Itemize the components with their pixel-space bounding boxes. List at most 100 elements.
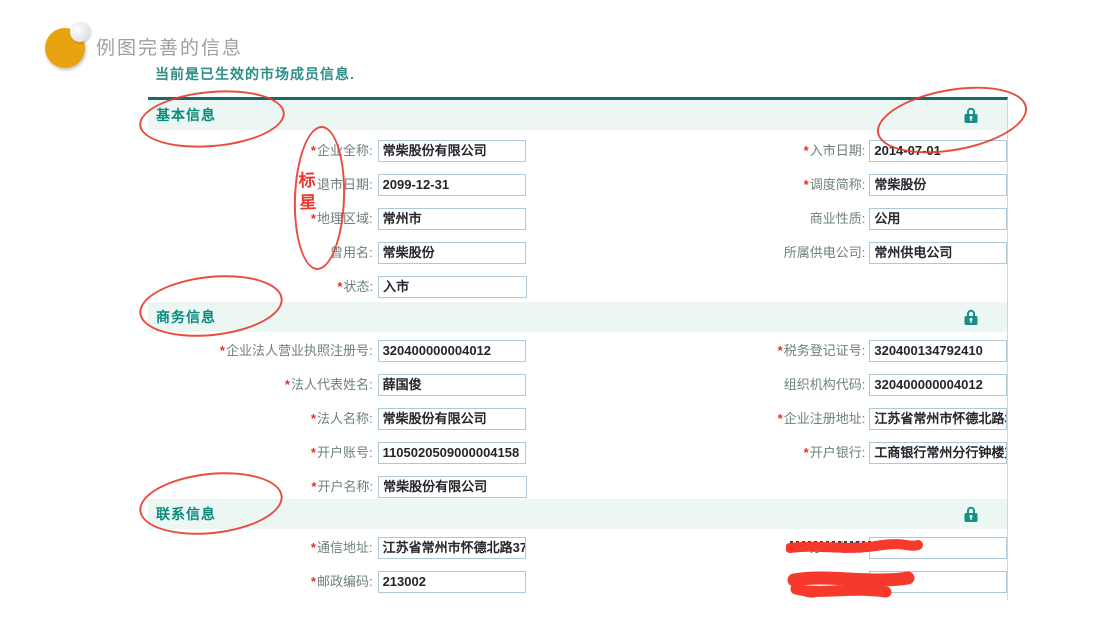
field-label-text: 调度简称:: [810, 177, 866, 192]
field-label: *法人代表姓名:: [148, 374, 373, 396]
field-value: 1105020509000004158: [379, 443, 520, 463]
field-value: 2099-12-31: [379, 175, 450, 195]
required-asterisk: *: [311, 574, 316, 589]
required-asterisk: *: [778, 343, 783, 358]
field-label-text: 商业性质:: [810, 211, 866, 226]
field-label: *调度简称:: [526, 174, 865, 196]
form-row: *地理区域:常州市商业性质:公用: [148, 208, 1007, 230]
field-value: 江苏省常州市怀德北路37号: [870, 409, 1007, 429]
text-input[interactable]: 江苏省常州市怀德北路37号: [378, 537, 527, 559]
required-asterisk: *: [311, 445, 316, 460]
redaction-scribble-phone: [786, 538, 926, 556]
field-value: 常柴股份有限公司: [379, 409, 487, 429]
form-row: *企业法人营业执照注册号:320400000004012*税务登记证号:3204…: [148, 340, 1007, 362]
text-input[interactable]: 常柴股份有限公司: [378, 140, 527, 162]
form-row: 退市日期:2099-12-31*调度简称:常柴股份: [148, 174, 1007, 196]
field-label: *入市日期:: [526, 140, 865, 162]
text-input[interactable]: 常柴股份: [378, 242, 527, 264]
required-asterisk: *: [220, 343, 225, 358]
field-label-text: 组织机构代码:: [784, 377, 866, 392]
field-label: *法人名称:: [148, 408, 373, 430]
text-input[interactable]: 常柴股份: [869, 174, 1007, 196]
form-row: *企业全称:常柴股份有限公司*入市日期:2014-07-01: [148, 140, 1007, 162]
text-input[interactable]: 工商银行常州分行钟楼支行: [869, 442, 1007, 464]
form-row: 曾用名: 常柴股份 所属供电公司:常州供电公司: [148, 242, 1007, 264]
page-subtitle: 当前是已生效的市场成员信息.: [155, 64, 355, 84]
field-label-text: 邮政编码:: [317, 574, 373, 589]
required-asterisk: *: [804, 143, 809, 158]
text-input[interactable]: 常柴股份有限公司: [378, 408, 527, 430]
field-label: 组织机构代码:: [526, 374, 865, 396]
field-value: 常柴股份有限公司: [379, 477, 487, 497]
text-input[interactable]: 薛国俊: [378, 374, 527, 396]
field-value: 常柴股份: [379, 243, 435, 263]
required-asterisk: *: [311, 411, 316, 426]
field-label-text: 法人名称:: [317, 411, 373, 426]
lock-icon[interactable]: [963, 506, 979, 523]
field-label: *企业注册地址:: [526, 408, 865, 430]
field-value: 320400000004012: [379, 341, 491, 361]
text-input[interactable]: 1105020509000004158: [378, 442, 527, 464]
field-label-text: 税务登记证号:: [784, 343, 866, 358]
field-label-text: 企业法人营业执照注册号:: [226, 343, 373, 358]
field-label: 商业性质:: [526, 208, 865, 230]
field-label-text: 企业注册地址:: [784, 411, 866, 426]
field-label: *邮政编码:: [148, 571, 373, 593]
required-asterisk: *: [337, 279, 342, 294]
field-value: 薛国俊: [379, 375, 422, 395]
required-asterisk: *: [804, 177, 809, 192]
field-label-text: 入市日期:: [810, 143, 866, 158]
page-title: 例图完善的信息: [96, 33, 243, 60]
text-input[interactable]: 常州市: [378, 208, 527, 230]
field-label: *企业法人营业执照注册号:: [148, 340, 373, 362]
field-value: 江苏省常州市怀德北路37号: [379, 538, 527, 558]
field-value: 常州市: [379, 209, 422, 229]
text-input[interactable]: 常州供电公司: [869, 242, 1007, 264]
field-value: 入市: [379, 277, 409, 297]
field-label-text: 开户银行:: [810, 445, 866, 460]
field-label-text: 法人代表姓名:: [291, 377, 373, 392]
app-logo: [45, 26, 97, 70]
text-input[interactable]: 213002: [378, 571, 527, 593]
empty-cell: [871, 477, 1007, 497]
text-input[interactable]: 常柴股份有限公司: [378, 476, 527, 498]
text-input[interactable]: 公用: [869, 208, 1007, 230]
field-label: *税务登记证号:: [526, 340, 865, 362]
field-value: 公用: [870, 209, 900, 229]
required-asterisk: *: [285, 377, 290, 392]
required-asterisk: *: [311, 479, 316, 494]
text-input[interactable]: 江苏省常州市怀德北路37号: [869, 408, 1007, 430]
field-label: 曾用名:: [148, 242, 373, 264]
field-label-text: 状态:: [343, 279, 373, 294]
required-asterisk: *: [778, 411, 783, 426]
field-label: *开户账号:: [148, 442, 373, 464]
member-info-panel: 基本信息 *企业全称:常柴股份有限公司*入市日期:2014-07-01退市日期:…: [148, 97, 1008, 600]
field-value: 常柴股份有限公司: [379, 141, 487, 161]
field-value: 320400000004012: [870, 375, 982, 395]
field-value: 常柴股份: [870, 175, 926, 195]
lock-icon[interactable]: [963, 309, 979, 326]
form-row: *法人代表姓名: 薛国俊 组织机构代码: 320400000004012: [148, 374, 1007, 396]
redaction-scribble-fax: [786, 568, 938, 604]
text-input[interactable]: 入市: [378, 276, 527, 298]
field-value: 320400134792410: [870, 341, 982, 361]
text-input[interactable]: 2099-12-31: [378, 174, 527, 196]
field-label: 所属供电公司:: [526, 242, 865, 264]
form-row: *开户账号:1105020509000004158*开户银行:工商银行常州分行钟…: [148, 442, 1007, 464]
field-label: *通信地址:: [148, 537, 373, 559]
field-value: 常州供电公司: [870, 243, 952, 263]
empty-cell: [871, 277, 1007, 297]
field-label-text: 开户名称:: [317, 479, 373, 494]
field-label-text: 开户账号:: [317, 445, 373, 460]
text-input[interactable]: 320400000004012: [869, 374, 1007, 396]
text-input[interactable]: 320400134792410: [869, 340, 1007, 362]
required-asterisk: *: [804, 445, 809, 460]
required-asterisk: *: [311, 540, 316, 555]
form-row: *法人名称:常柴股份有限公司*企业注册地址:江苏省常州市怀德北路37号: [148, 408, 1007, 430]
handwritten-note: 标星: [298, 170, 320, 215]
field-value: 工商银行常州分行钟楼支行: [870, 443, 1007, 463]
field-label: *开户银行:: [526, 442, 865, 464]
logo-small-circle-icon: [70, 22, 90, 42]
field-label-text: 通信地址:: [317, 540, 373, 555]
text-input[interactable]: 320400000004012: [378, 340, 527, 362]
